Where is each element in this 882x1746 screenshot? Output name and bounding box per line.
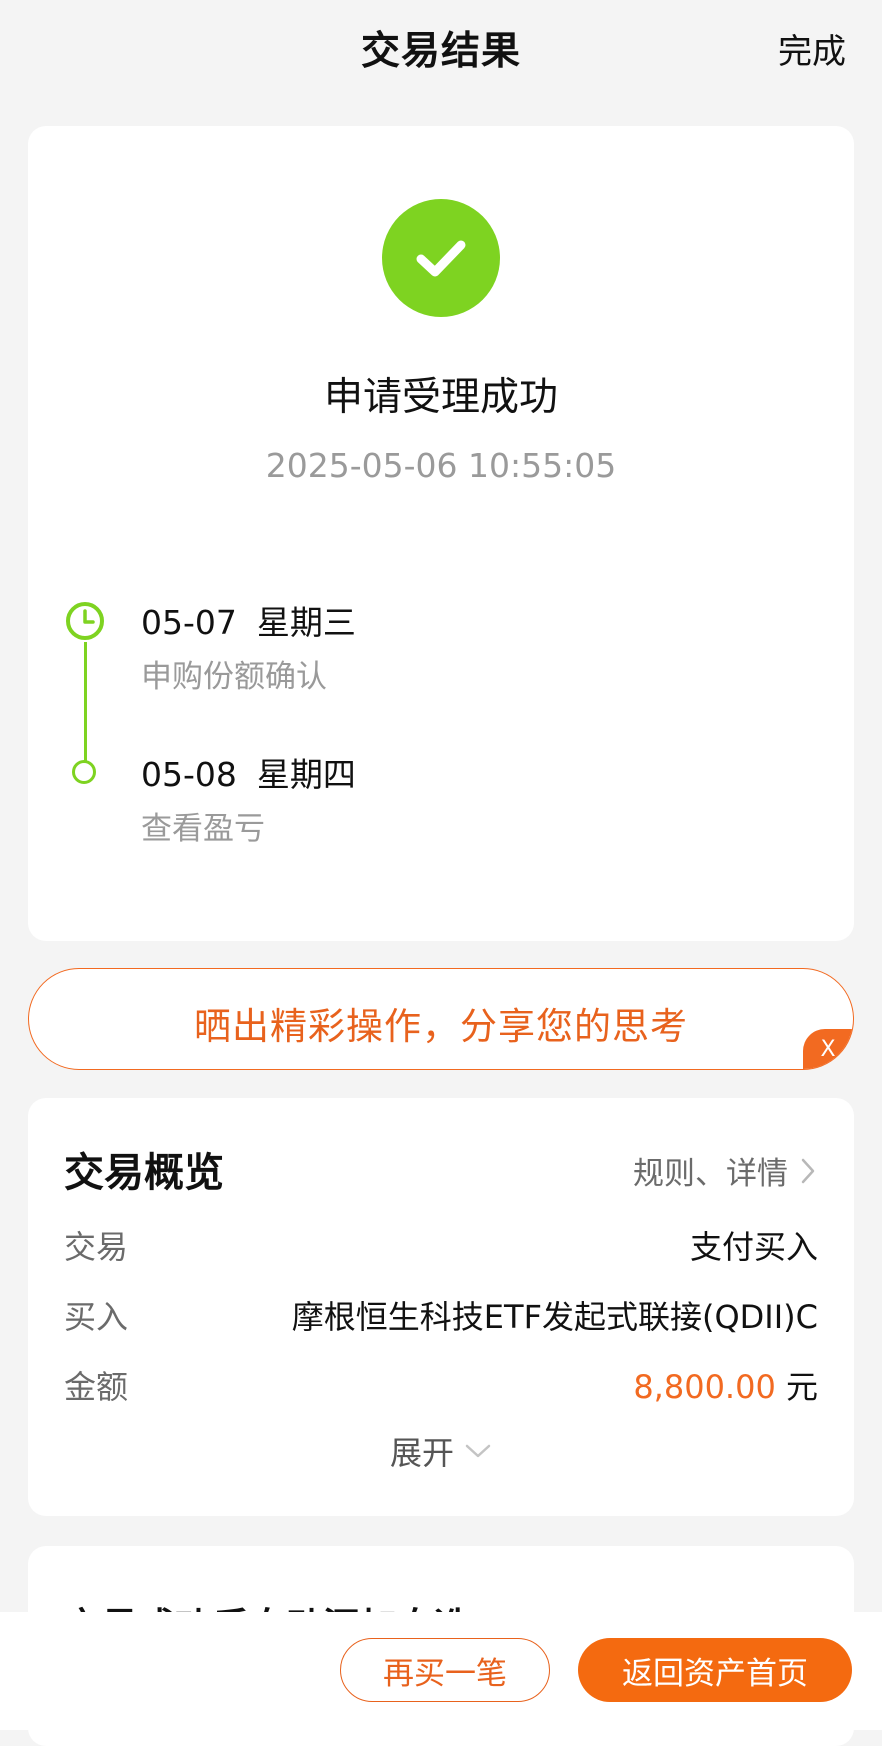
timeline-date-1-day: 05-07 — [141, 603, 237, 642]
timeline-date-2-day: 05-08 — [141, 755, 237, 794]
fund-label: 买入 — [64, 1298, 129, 1336]
result-timestamp: 2025-05-06 10:55:05 — [265, 446, 617, 485]
done-button[interactable]: 完成 — [778, 24, 846, 73]
amount-label: 金额 — [64, 1368, 129, 1406]
share-banner[interactable]: 晒出精彩操作，分享您的思考 X — [28, 968, 854, 1070]
chevron-right-icon — [801, 1158, 815, 1183]
amount-unit: 元 — [785, 1368, 818, 1406]
share-banner-text: 晒出精彩操作，分享您的思考 — [194, 1005, 688, 1048]
result-card: 申请受理成功 2025-05-06 10:55:05 05-07 星期三 申购份额… — [28, 126, 854, 941]
clock-icon — [64, 600, 106, 642]
expand-button[interactable]: 展开 — [28, 1428, 854, 1474]
result-title: 申请受理成功 — [323, 375, 558, 420]
timeline-date-2: 05-08 星期四 — [141, 748, 376, 796]
top-nav-bar: 交易结果 完成 — [0, 0, 882, 92]
page-title: 交易结果 — [360, 29, 521, 74]
overview-card: 交易概览 规则、详情 交易 支付买入 买入 摩根恒生科技ETF发起式联接(QDI… — [28, 1098, 854, 1516]
trade-type-label: 交易 — [64, 1228, 129, 1266]
timeline-desc-2: 查看盈亏 — [141, 811, 265, 847]
fund-name-value: 摩根恒生科技ETF发起式联接(QDII)C — [291, 1298, 818, 1336]
timeline-date-1-weekday: 星期三 — [256, 603, 356, 642]
chevron-down-icon — [465, 1444, 491, 1458]
rules-details-link[interactable]: 规则、详情 — [633, 1148, 816, 1193]
buy-again-button[interactable]: 再买一笔 — [340, 1638, 550, 1702]
timeline-date-2-weekday: 星期四 — [256, 755, 356, 794]
timeline-date-1: 05-07 星期三 — [141, 596, 376, 644]
rules-details-label: 规则、详情 — [633, 1156, 788, 1192]
check-circle-icon — [382, 199, 500, 317]
dot-icon — [72, 760, 96, 784]
trade-type-value: 支付买入 — [689, 1228, 818, 1266]
timeline-desc-1: 申购份额确认 — [141, 659, 327, 695]
expand-label: 展开 — [389, 1434, 454, 1472]
bottom-action-bar: 再买一笔 返回资产首页 — [0, 1612, 882, 1730]
return-home-button[interactable]: 返回资产首页 — [578, 1638, 852, 1702]
amount-value: 8,800.00 元 — [633, 1362, 818, 1408]
timeline-line — [84, 632, 87, 770]
amount-number: 8,800.00 — [633, 1368, 776, 1406]
overview-title: 交易概览 — [64, 1150, 224, 1196]
close-icon[interactable]: X — [803, 1029, 853, 1069]
